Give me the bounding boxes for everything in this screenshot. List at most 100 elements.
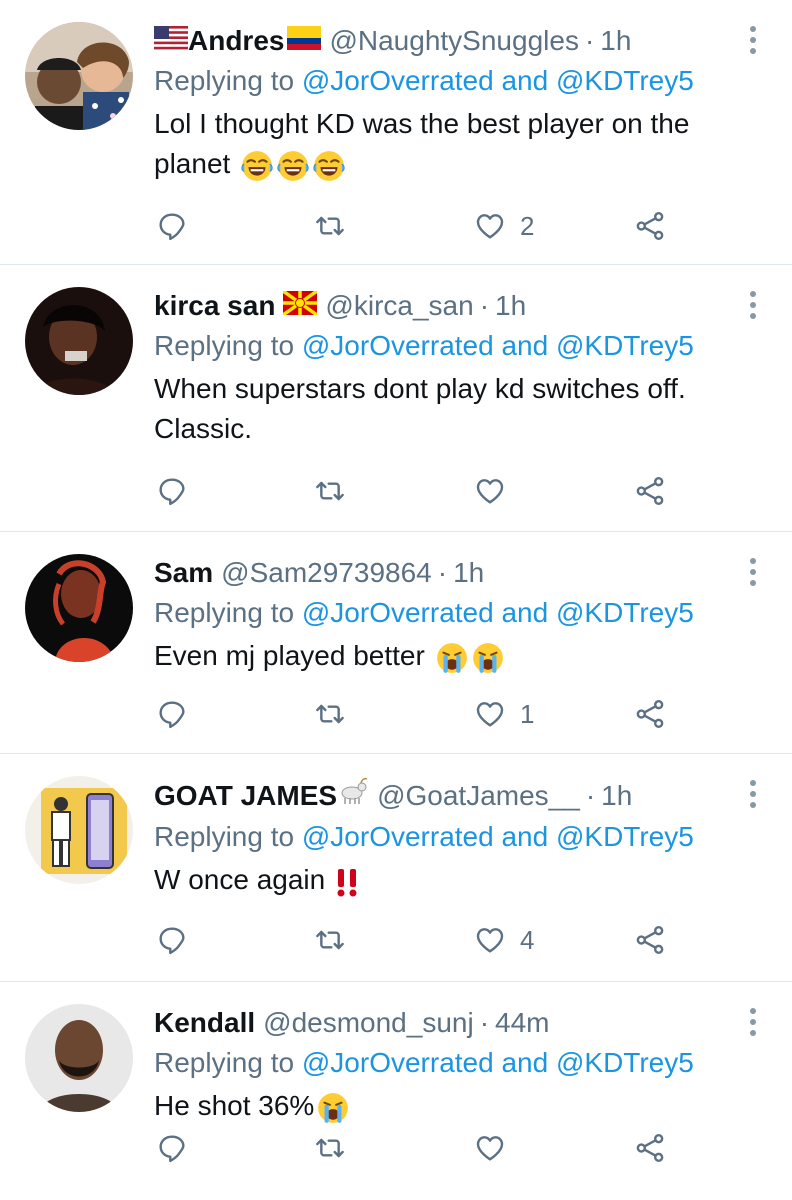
timestamp[interactable]: 1h [453, 554, 484, 592]
heart-icon [474, 210, 506, 242]
loudly-crying-emoji [471, 641, 505, 675]
display-name[interactable]: GOAT JAMES [154, 777, 337, 815]
heart-icon [474, 698, 506, 730]
retweet-icon [314, 210, 346, 242]
mention-link[interactable]: @JorOverrated and @KDTrey5 [302, 330, 694, 361]
mention-link[interactable]: @JorOverrated and @KDTrey5 [302, 821, 694, 852]
tweet[interactable]: kirca san @kirca_san · 1h Replying to @J… [0, 265, 792, 532]
timestamp[interactable]: 1h [495, 287, 526, 325]
tweet[interactable]: GOAT JAMES @GoatJames__ · 1h Replying to… [0, 754, 792, 982]
avatar[interactable] [25, 22, 133, 130]
heart-icon [474, 475, 506, 507]
share-button[interactable] [634, 924, 666, 956]
avatar[interactable] [25, 776, 133, 884]
retweet-icon [314, 1132, 346, 1164]
avatar[interactable] [25, 1004, 133, 1112]
tweet-body: Even mj played better [154, 640, 425, 671]
heart-icon [474, 924, 506, 956]
retweet-button[interactable] [314, 698, 346, 730]
more-options-icon[interactable] [748, 26, 758, 59]
tweet-actions: 4 [156, 920, 676, 960]
like-button[interactable]: 2 [474, 210, 534, 242]
reply-button[interactable] [156, 210, 188, 242]
reply-icon [156, 1132, 188, 1164]
mention-link[interactable]: @JorOverrated and @KDTrey5 [302, 1047, 694, 1078]
like-count: 1 [520, 698, 535, 729]
replying-prefix: Replying to [154, 597, 295, 628]
reply-icon [156, 698, 188, 730]
share-button[interactable] [634, 1132, 666, 1164]
handle[interactable]: @GoatJames__ [377, 777, 580, 815]
timestamp[interactable]: 1h [600, 22, 631, 60]
more-options-icon[interactable] [748, 1008, 758, 1041]
like-button[interactable]: 4 [474, 924, 534, 956]
handle[interactable]: @NaughtySnuggles [329, 22, 578, 60]
timestamp[interactable]: 44m [495, 1004, 549, 1042]
more-options-icon[interactable] [748, 558, 758, 591]
separator-dot: · [584, 25, 595, 56]
reply-button[interactable] [156, 924, 188, 956]
avatar[interactable] [25, 287, 133, 395]
display-name[interactable]: Andres [188, 22, 284, 60]
share-icon [634, 210, 666, 242]
like-button[interactable] [474, 1132, 520, 1164]
display-name[interactable]: kirca san [154, 287, 275, 325]
retweet-button[interactable] [314, 924, 346, 956]
reply-button[interactable] [156, 698, 188, 730]
like-count: 2 [520, 210, 535, 241]
like-button[interactable]: 1 [474, 698, 534, 730]
like-button[interactable] [474, 475, 520, 507]
retweet-icon [314, 698, 346, 730]
tweet-text: He shot 36% [154, 1086, 734, 1126]
colombia-flag-icon [287, 22, 322, 60]
reply-icon [156, 924, 188, 956]
more-options-icon[interactable] [748, 291, 758, 324]
tears-of-joy-emoji [240, 149, 274, 183]
tweet[interactable]: Sam @Sam29739864 · 1h Replying to @JorOv… [0, 532, 792, 754]
avatar[interactable] [25, 554, 133, 662]
reply-button[interactable] [156, 475, 188, 507]
tweet-actions: 2 [156, 206, 676, 246]
mention-link[interactable]: @JorOverrated and @KDTrey5 [302, 597, 694, 628]
like-count: 4 [520, 924, 535, 955]
retweet-button[interactable] [314, 210, 346, 242]
timestamp[interactable]: 1h [601, 777, 632, 815]
share-button[interactable] [634, 475, 666, 507]
tweet[interactable]: Andres @NaughtySnuggles · 1h Replying to… [0, 0, 792, 265]
tweet-text: Lol I thought KD was the best player on … [154, 104, 734, 184]
tears-of-joy-emoji [312, 149, 346, 183]
separator-dot: · [585, 780, 596, 811]
more-options-icon[interactable] [748, 780, 758, 813]
share-icon [634, 924, 666, 956]
share-icon [634, 698, 666, 730]
replying-prefix: Replying to [154, 1047, 295, 1078]
share-icon [634, 1132, 666, 1164]
double-exclamation-emoji [337, 868, 357, 897]
tweet-body: When superstars dont play kd switches of… [154, 373, 686, 444]
reply-icon [156, 475, 188, 507]
tweet-actions [156, 471, 676, 511]
replying-to: Replying to @JorOverrated and @KDTrey5 [154, 62, 732, 100]
retweet-button[interactable] [314, 1132, 346, 1164]
retweet-button[interactable] [314, 475, 346, 507]
handle[interactable]: @desmond_sunj [263, 1004, 474, 1042]
separator-dot: · [479, 290, 490, 321]
share-button[interactable] [634, 210, 666, 242]
loudly-crying-emoji [316, 1091, 350, 1125]
replying-to: Replying to @JorOverrated and @KDTrey5 [154, 594, 732, 632]
reply-button[interactable] [156, 1132, 188, 1164]
display-name[interactable]: Sam [154, 554, 213, 592]
goat-emoji [339, 776, 369, 816]
share-icon [634, 475, 666, 507]
tweet-text: Even mj played better [154, 636, 734, 676]
heart-icon [474, 1132, 506, 1164]
display-name[interactable]: Kendall [154, 1004, 255, 1042]
mention-link[interactable]: @JorOverrated and @KDTrey5 [302, 65, 694, 96]
replying-prefix: Replying to [154, 330, 295, 361]
handle[interactable]: @Sam29739864 [221, 554, 432, 592]
share-button[interactable] [634, 698, 666, 730]
handle[interactable]: @kirca_san [325, 287, 473, 325]
north-macedonia-flag-icon [282, 287, 319, 325]
tweet[interactable]: Kendall @desmond_sunj · 44m Replying to … [0, 982, 792, 1200]
replying-prefix: Replying to [154, 65, 295, 96]
